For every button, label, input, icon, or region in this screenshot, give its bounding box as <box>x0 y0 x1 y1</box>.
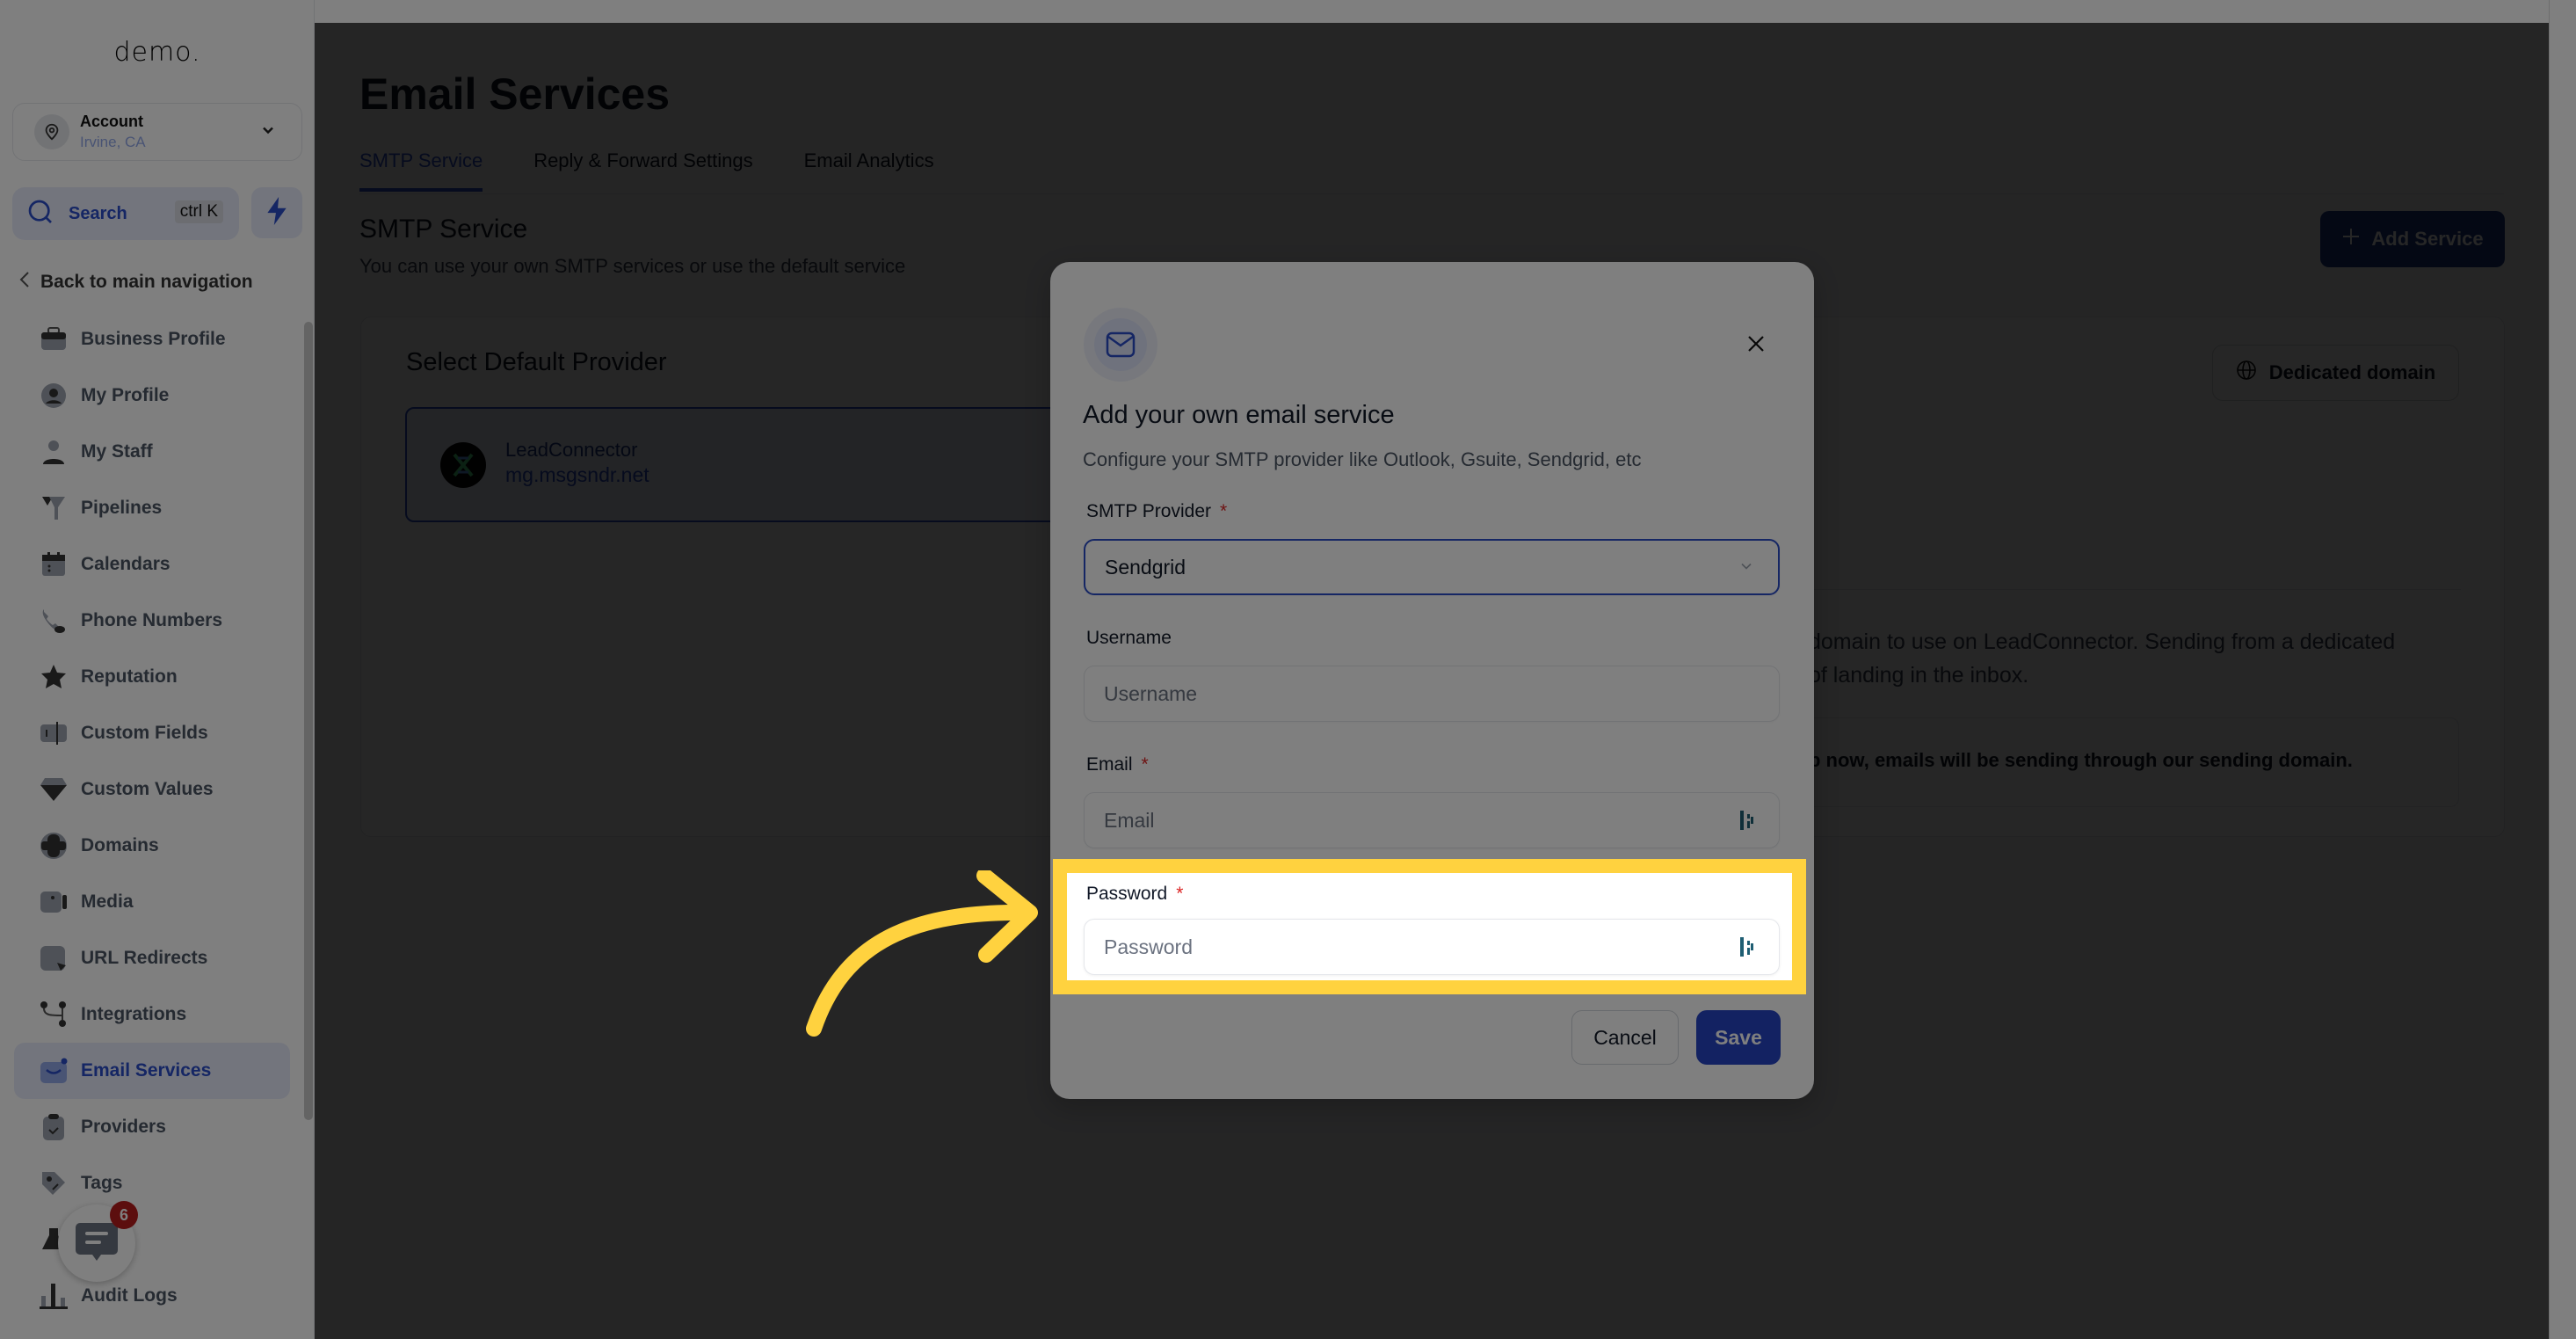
lightning-icon <box>265 196 288 229</box>
email-label: Email * <box>1086 754 1149 775</box>
sidebar-item-custom-fields[interactable]: Custom Fields <box>14 705 290 761</box>
dedicated-description: domain to use on LeadConnector. Sending … <box>1809 629 2396 688</box>
top-strip <box>315 0 2576 23</box>
sidebar-item-custom-values[interactable]: Custom Values <box>14 761 290 818</box>
window-right-edge <box>2549 0 2576 1339</box>
username-input[interactable]: Username <box>1084 666 1780 722</box>
chevron-down-icon <box>1738 557 1755 580</box>
dedicated-divider <box>1802 589 2461 590</box>
modal-title: Add your own email service <box>1083 401 1395 429</box>
star-icon <box>39 662 69 692</box>
sidebar-item-reputation[interactable]: Reputation <box>14 649 290 705</box>
chevron-down-icon <box>259 121 277 143</box>
search-label: Search <box>69 203 127 223</box>
account-name: Account <box>80 113 143 130</box>
video-icon <box>39 887 69 917</box>
account-switcher[interactable]: Account Irvine, CA <box>12 103 302 161</box>
smtp-provider-select[interactable]: Sendgrid <box>1084 539 1780 595</box>
phone-icon <box>39 606 69 636</box>
tabs: SMTP Service Reply & Forward Settings Em… <box>359 149 934 192</box>
password-field-highlight: Password * Password <box>1067 873 1792 980</box>
sidebar-item-domains[interactable]: Domains <box>14 818 290 874</box>
dedicated-notice: p now, emails will be sending through ou… <box>1809 749 2353 771</box>
back-to-main-nav[interactable]: Back to main navigation <box>18 269 253 295</box>
save-button[interactable]: Save <box>1696 1010 1781 1065</box>
location-pin-icon <box>34 114 69 149</box>
annotation-arrow-icon <box>806 870 1038 1037</box>
funnel-icon <box>39 493 69 523</box>
user-icon <box>39 437 69 467</box>
chat-unread-badge: 6 <box>110 1201 138 1229</box>
settings-nav: Business Profile My Profile My Staff Pip… <box>14 311 290 1324</box>
globe-icon <box>2236 360 2257 386</box>
diamond-icon <box>39 775 69 804</box>
password-label: Password * <box>1086 884 1184 904</box>
plus-icon <box>2341 227 2361 251</box>
sidebar-item-pipelines[interactable]: Pipelines <box>14 480 290 536</box>
sidebar-item-integrations[interactable]: Integrations <box>14 986 290 1043</box>
sidebar-item-media[interactable]: Media <box>14 874 290 930</box>
sidebar-item-calendars[interactable]: Calendars <box>14 536 290 593</box>
clipboard-check-icon <box>39 1112 69 1142</box>
sidebar-item-labs[interactable]: new <box>14 1212 290 1268</box>
email-icon <box>39 1056 69 1086</box>
sidebar-item-url-redirects[interactable]: URL Redirects <box>14 930 290 986</box>
password-manager-icon[interactable] <box>1738 935 1756 964</box>
provider-domain: mg.msgsndr.net <box>505 463 649 486</box>
chevron-left-icon <box>18 269 32 295</box>
leadconnector-logo <box>440 442 486 488</box>
provider-name: LeadConnector <box>505 439 638 461</box>
envelope-icon <box>1094 318 1147 371</box>
close-icon[interactable] <box>1744 331 1768 356</box>
tab-email-analytics[interactable]: Email Analytics <box>804 149 934 192</box>
add-service-button[interactable]: Add Service <box>2320 211 2505 267</box>
search-button[interactable]: Search ctrl K <box>12 187 239 240</box>
search-shortcut: ctrl K <box>174 200 223 223</box>
search-icon <box>26 198 54 230</box>
tab-reply-forward-settings[interactable]: Reply & Forward Settings <box>533 149 752 192</box>
quick-actions-button[interactable] <box>251 187 302 238</box>
tabs-divider <box>359 193 2504 194</box>
sidebar-item-my-staff[interactable]: My Staff <box>14 424 290 480</box>
sidebar-item-audit-logs[interactable]: Audit Logs <box>14 1268 290 1324</box>
password-manager-icon[interactable] <box>1738 809 1756 837</box>
redirect-icon <box>39 943 69 973</box>
modal-subtitle: Configure your SMTP provider like Outloo… <box>1083 448 1642 470</box>
section-subtitle: You can use your own SMTP services or us… <box>359 255 906 277</box>
integrations-icon <box>39 1000 69 1030</box>
text-field-icon <box>39 718 69 748</box>
tab-smtp-service[interactable]: SMTP Service <box>359 149 483 192</box>
provider-option-leadconnector[interactable]: LeadConnector mg.msgsndr.net <box>405 407 1073 522</box>
app-root: demo. Account Irvine, CA Search ctrl K B… <box>0 0 2576 1339</box>
sidebar-item-providers[interactable]: Providers <box>14 1099 290 1155</box>
section-title: SMTP Service <box>359 215 528 244</box>
user-circle-icon <box>39 381 69 411</box>
brand-logo: demo. <box>113 37 201 68</box>
card-title: Select Default Provider <box>406 348 667 376</box>
sidebar-item-my-profile[interactable]: My Profile <box>14 367 290 424</box>
sidebar-item-phone-numbers[interactable]: Phone Numbers <box>14 593 290 649</box>
tag-icon <box>39 1168 69 1198</box>
bar-chart-icon <box>39 1281 69 1311</box>
account-location: Irvine, CA <box>80 134 146 150</box>
sidebar-item-email-services[interactable]: Email Services <box>14 1043 290 1099</box>
sidebar-item-business-profile[interactable]: Business Profile <box>14 311 290 367</box>
sidebar: demo. Account Irvine, CA Search ctrl K B… <box>0 0 315 1339</box>
email-input[interactable]: Email <box>1084 792 1780 848</box>
calendar-icon <box>39 549 69 579</box>
smtp-provider-label: SMTP Provider * <box>1086 501 1228 521</box>
dedicated-domain-button[interactable]: Dedicated domain <box>2212 345 2459 401</box>
chat-bubble-icon <box>75 1219 119 1268</box>
sidebar-item-tags[interactable]: Tags <box>14 1155 290 1212</box>
cancel-button[interactable]: Cancel <box>1571 1010 1679 1065</box>
sidebar-scrollbar[interactable] <box>304 322 313 1120</box>
password-input[interactable]: Password <box>1084 919 1780 975</box>
page-title: Email Services <box>359 69 671 119</box>
globe-icon <box>39 831 69 861</box>
username-label: Username <box>1086 628 1172 648</box>
briefcase-icon <box>39 324 69 354</box>
